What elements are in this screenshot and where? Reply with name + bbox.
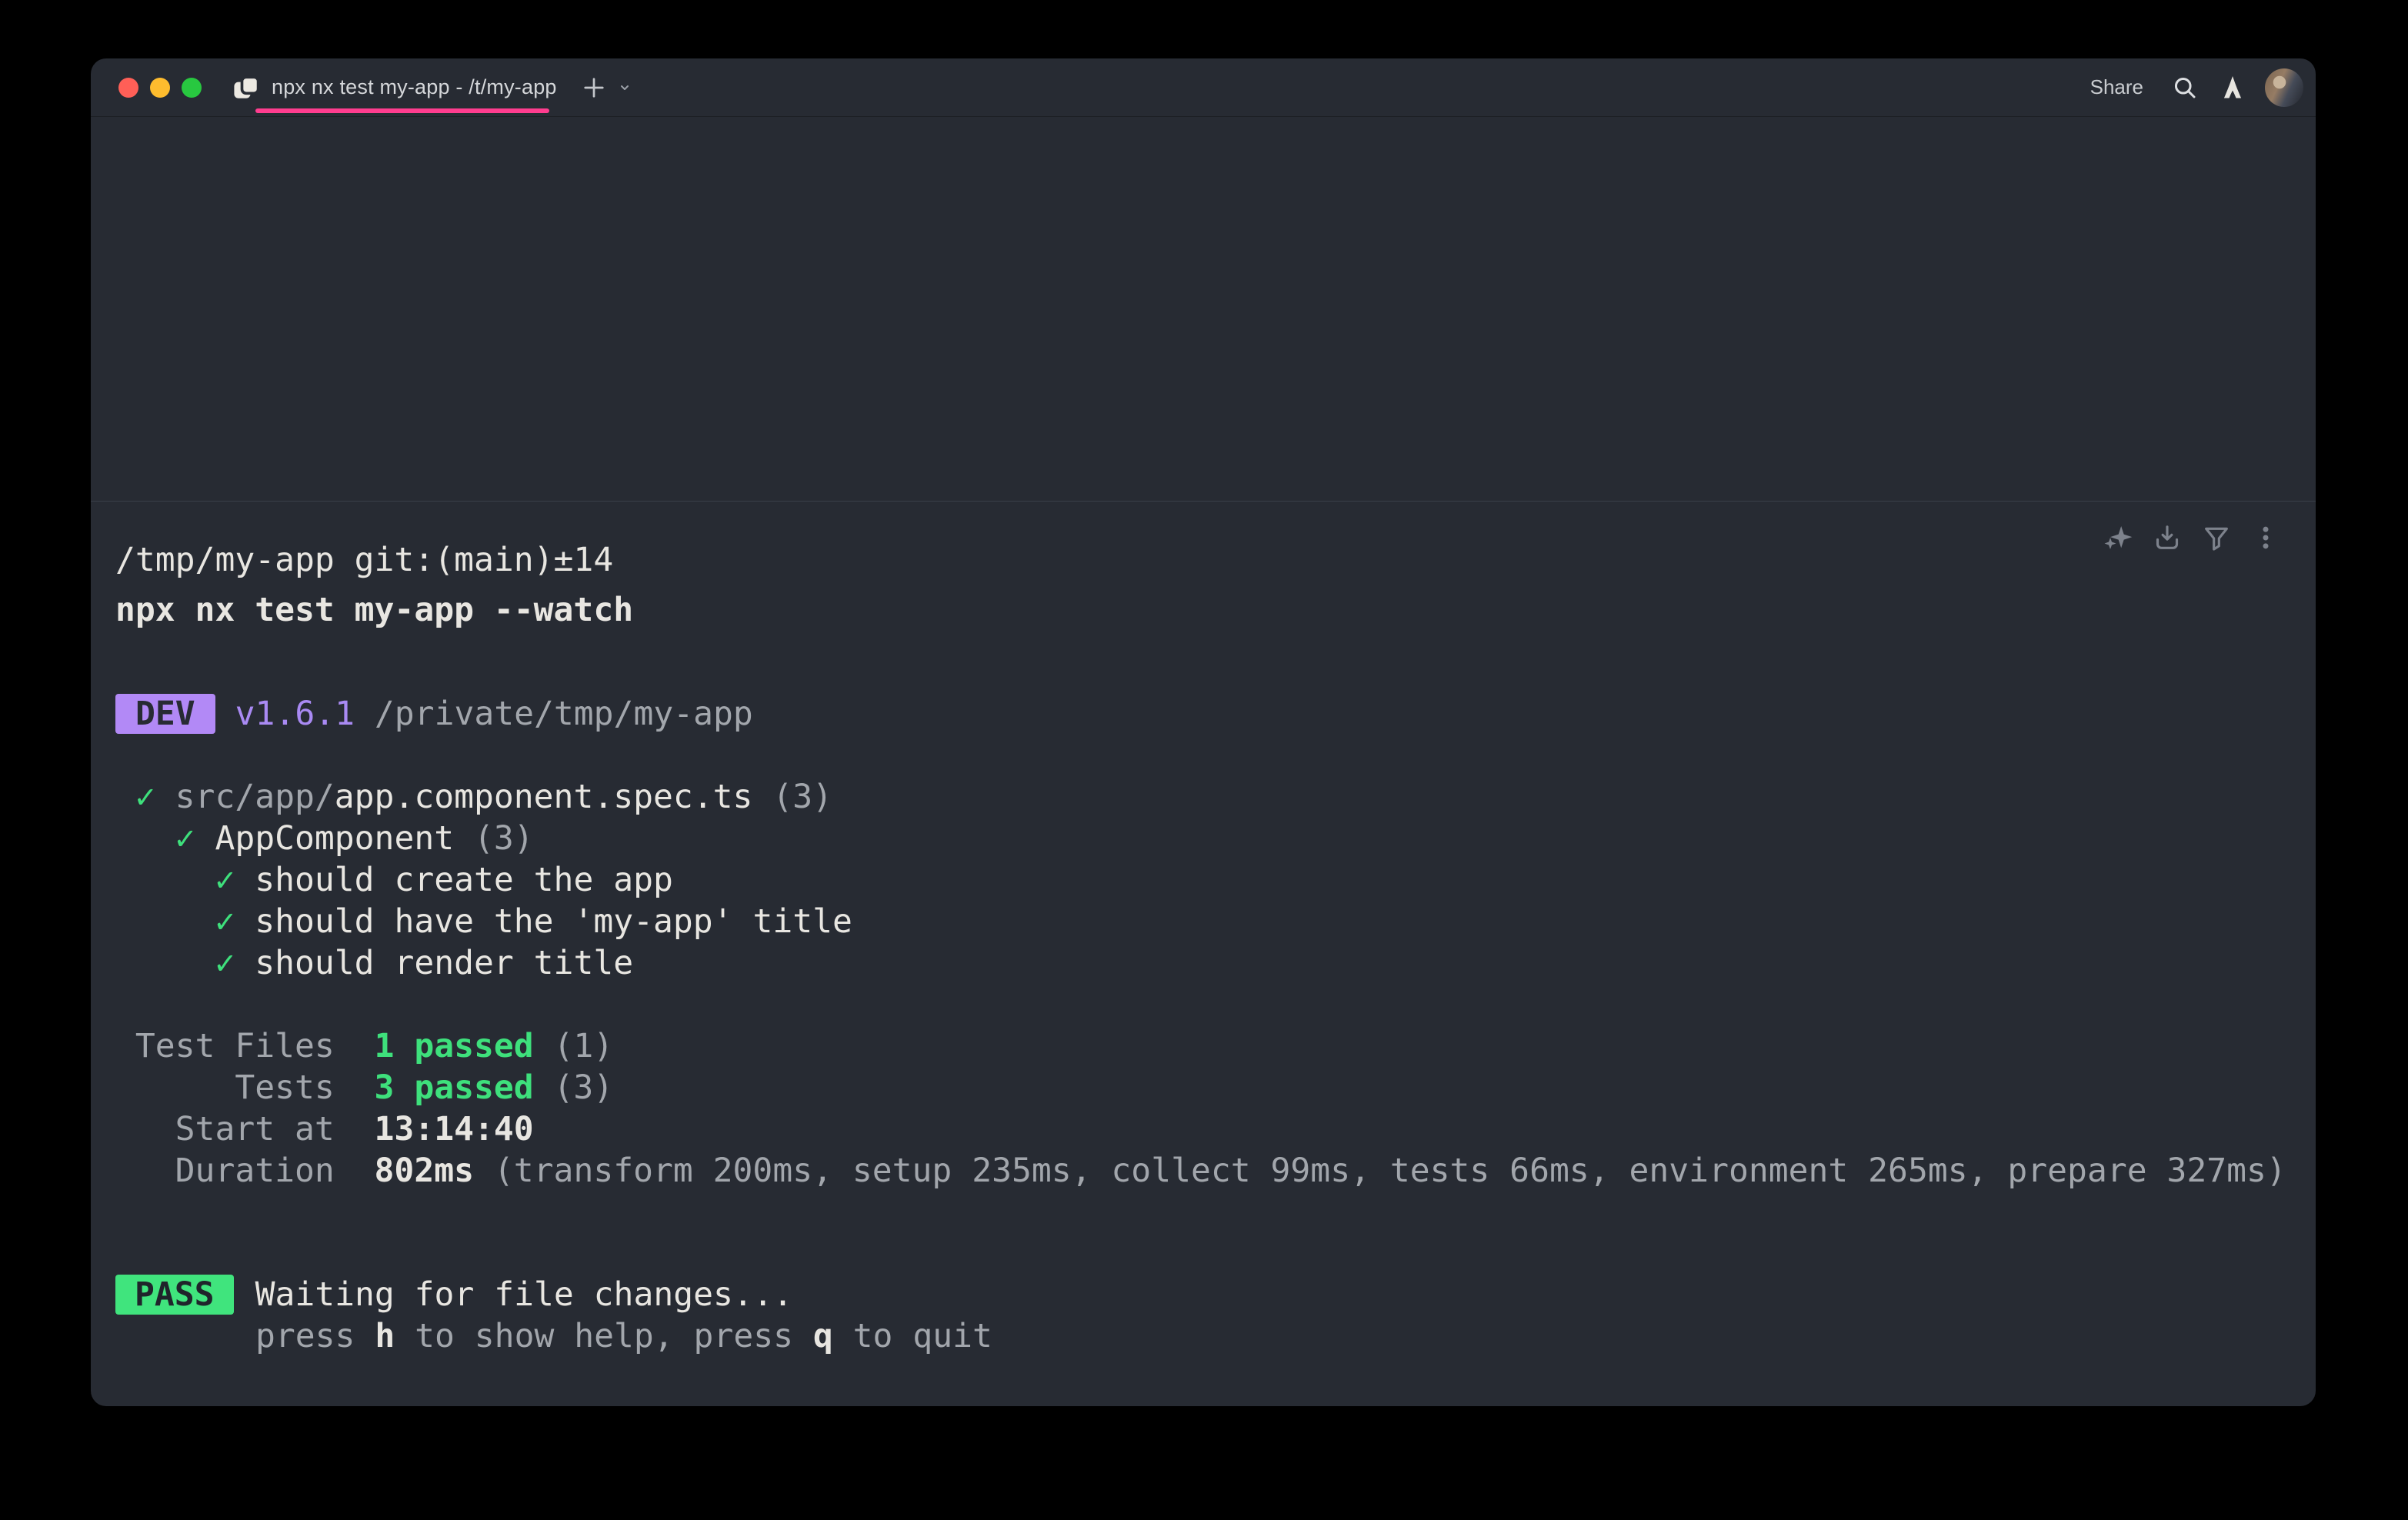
active-tab-indicator — [255, 108, 549, 113]
warp-logo-button[interactable] — [2217, 72, 2248, 103]
prompt-line: /tmp/my-app git:(main)±14 — [115, 539, 2316, 581]
close-button[interactable] — [118, 78, 138, 98]
key-h: h — [375, 1317, 395, 1355]
titlebar: npx nx test my-app - /t/my-app Share — [91, 58, 2316, 117]
waiting-message: Waiting for file changes... — [255, 1274, 793, 1315]
ai-explain-button[interactable] — [2102, 522, 2134, 554]
download-output-button[interactable] — [2151, 522, 2183, 554]
pages-icon — [229, 71, 263, 105]
tab-list-button[interactable] — [614, 77, 635, 98]
zoom-button[interactable] — [182, 78, 202, 98]
summary-tests: Tests 3 passed (3) — [115, 1067, 2316, 1108]
test-suite-row: ✓ AppComponent (3) — [115, 818, 2316, 859]
command-line: npx nx test my-app --watch — [115, 589, 2316, 631]
test-tree: ✓ src/app/app.component.spec.ts (3) ✓ Ap… — [115, 776, 2316, 984]
avatar[interactable] — [2265, 68, 2303, 107]
summary-start-at: Start at 13:14:40 — [115, 1108, 2316, 1150]
summary-test-files: Test Files 1 passed (1) — [115, 1025, 2316, 1067]
kebab-menu-icon — [2250, 522, 2281, 553]
tab-title: npx nx test my-app - /t/my-app — [272, 75, 557, 99]
terminal-scrollback — [91, 117, 2316, 501]
search-icon — [2171, 74, 2199, 102]
plus-icon — [580, 74, 608, 102]
test-case-row: ✓ should create the app — [115, 859, 2316, 901]
dev-version-path: v1.6.1 /private/tmp/my-app — [235, 693, 753, 735]
vite-dev-line: DEV v1.6.1 /private/tmp/my-app — [115, 693, 2316, 735]
filter-output-button[interactable] — [2200, 522, 2233, 554]
chevron-down-icon — [615, 78, 634, 97]
check-icon: ✓ — [215, 861, 255, 899]
check-icon: ✓ — [135, 778, 175, 816]
test-summary: Test Files 1 passed (1) Tests 3 passed (… — [115, 1025, 2316, 1192]
warp-logo-icon — [2219, 74, 2246, 102]
test-case-row: ✓ should render title — [115, 942, 2316, 984]
check-icon: ✓ — [215, 902, 255, 941]
traffic-lights — [118, 78, 202, 98]
dev-badge: DEV — [115, 694, 215, 734]
command-block: /tmp/my-app git:(main)±14 npx nx test my… — [91, 501, 2316, 1406]
new-tab-button[interactable] — [579, 72, 609, 103]
filter-icon — [2201, 522, 2232, 553]
check-icon: ✓ — [215, 944, 255, 982]
search-button[interactable] — [2170, 72, 2200, 103]
minimize-button[interactable] — [150, 78, 170, 98]
watch-status-line: PASS Waiting for file changes... — [115, 1274, 2316, 1315]
download-icon — [2152, 522, 2183, 553]
watch-help-line: press h to show help, press q to quit — [115, 1315, 2316, 1357]
test-file-row: ✓ src/app/app.component.spec.ts (3) — [115, 776, 2316, 818]
check-icon: ✓ — [175, 819, 215, 858]
key-q: q — [813, 1317, 833, 1355]
dev-path: /private/tmp/my-app — [355, 695, 753, 733]
block-actions — [2102, 522, 2282, 554]
pass-badge: PASS — [115, 1275, 234, 1315]
dev-version: v1.6.1 — [235, 695, 355, 733]
test-case-row: ✓ should have the 'my-app' title — [115, 901, 2316, 942]
summary-duration: Duration 802ms (transform 200ms, setup 2… — [115, 1150, 2316, 1192]
share-button[interactable]: Share — [2090, 75, 2143, 99]
more-options-button[interactable] — [2250, 522, 2282, 554]
tab-npx-test[interactable]: npx nx test my-app - /t/my-app — [272, 75, 557, 99]
sparkles-icon — [2103, 522, 2133, 553]
terminal-window: npx nx test my-app - /t/my-app Share — [91, 58, 2316, 1406]
